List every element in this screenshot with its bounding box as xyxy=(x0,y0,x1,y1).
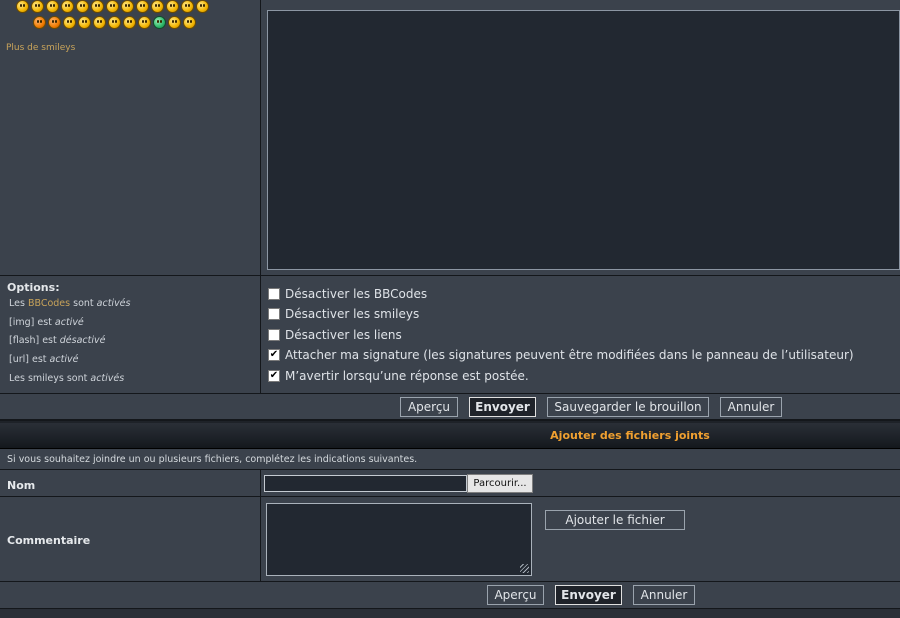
checkbox-box[interactable] xyxy=(268,288,280,300)
smiley-icon[interactable] xyxy=(121,0,134,13)
option-status-text: sont xyxy=(70,298,97,309)
send-button[interactable]: Envoyer xyxy=(469,397,536,417)
smiley-icon[interactable] xyxy=(106,0,119,13)
smileys-panel xyxy=(0,0,261,276)
smiley-icon[interactable] xyxy=(78,16,91,29)
option-status-flash: [flash] est désactivé xyxy=(9,335,105,346)
checkmark-icon: ✔ xyxy=(269,349,279,360)
smiley-icon[interactable] xyxy=(138,16,151,29)
add-file-button[interactable]: Ajouter le fichier xyxy=(545,510,685,530)
disable-links-checkbox[interactable]: Désactiver les liens xyxy=(268,328,402,342)
smiley-icon[interactable] xyxy=(183,16,196,29)
option-status-text: [flash] est xyxy=(9,335,60,346)
smiley-icon[interactable] xyxy=(153,16,166,29)
notify-reply-checkbox[interactable]: ✔ M’avertir lorsqu’une réponse est posté… xyxy=(268,369,529,383)
browse-button[interactable]: Parcourir... xyxy=(467,474,533,493)
option-status-smileys: Les smileys sont activés xyxy=(9,373,124,384)
footer-strip xyxy=(0,609,900,618)
preview-button[interactable]: Aperçu xyxy=(400,397,458,417)
option-status-value: activé xyxy=(49,354,79,365)
preview-button-bottom[interactable]: Aperçu xyxy=(487,585,544,605)
smiley-icon[interactable] xyxy=(48,16,61,29)
smiley-icon[interactable] xyxy=(63,16,76,29)
checkbox-label: M’avertir lorsqu’une réponse est postée. xyxy=(285,369,529,383)
option-status-value: activés xyxy=(90,373,125,384)
attachments-title: Ajouter des fichiers joints xyxy=(550,429,710,442)
file-path-input[interactable] xyxy=(264,475,467,492)
smiley-icon[interactable] xyxy=(46,0,59,13)
checkbox-box[interactable]: ✔ xyxy=(268,349,280,361)
bottom-submit-bar xyxy=(0,582,900,609)
option-status-value: désactivé xyxy=(59,335,106,346)
name-label: Nom xyxy=(7,479,36,492)
options-title: Options: xyxy=(7,281,60,294)
option-status-value: activé xyxy=(54,317,84,328)
attachments-info-text: Si vous souhaitez joindre un ou plusieur… xyxy=(7,454,418,465)
smiley-icon[interactable] xyxy=(123,16,136,29)
smiley-icon[interactable] xyxy=(91,0,104,13)
smiley-icon[interactable] xyxy=(181,0,194,13)
more-smileys-link[interactable]: Plus de smileys xyxy=(6,43,75,53)
smileys-row-1 xyxy=(16,0,209,13)
resize-grip-icon[interactable] xyxy=(520,564,529,573)
checkbox-label: Désactiver les liens xyxy=(285,328,402,342)
name-label-cell xyxy=(0,470,261,497)
option-status-bbcodes: Les BBCodes sont activés xyxy=(9,298,130,309)
message-textarea[interactable] xyxy=(267,10,900,270)
smiley-icon[interactable] xyxy=(196,0,209,13)
smiley-icon[interactable] xyxy=(61,0,74,13)
option-status-value: activés xyxy=(96,298,131,309)
smiley-icon[interactable] xyxy=(108,16,121,29)
disable-bbcodes-checkbox[interactable]: Désactiver les BBCodes xyxy=(268,287,427,301)
checkbox-box[interactable] xyxy=(268,329,280,341)
cancel-button-bottom[interactable]: Annuler xyxy=(633,585,695,605)
cancel-button[interactable]: Annuler xyxy=(720,397,782,417)
option-status-img: [img] est activé xyxy=(9,317,84,328)
smileys-row-2 xyxy=(33,16,196,29)
option-status-text: [url] est xyxy=(9,354,50,365)
attach-signature-checkbox[interactable]: ✔ Attacher ma signature (les signatures … xyxy=(268,348,854,362)
checkbox-label: Désactiver les smileys xyxy=(285,307,420,321)
option-status-text: Les xyxy=(9,298,28,309)
save-draft-button[interactable]: Sauvegarder le brouillon xyxy=(547,397,709,417)
comment-label: Commentaire xyxy=(7,534,91,547)
checkmark-icon: ✔ xyxy=(269,370,279,381)
smiley-icon[interactable] xyxy=(168,16,181,29)
comment-textarea[interactable] xyxy=(266,503,532,576)
smiley-icon[interactable] xyxy=(31,0,44,13)
smiley-icon[interactable] xyxy=(166,0,179,13)
disable-smileys-checkbox[interactable]: Désactiver les smileys xyxy=(268,307,419,321)
checkbox-box[interactable] xyxy=(268,308,280,320)
smiley-icon[interactable] xyxy=(151,0,164,13)
smiley-icon[interactable] xyxy=(136,0,149,13)
bbcodes-link[interactable]: BBCodes xyxy=(28,298,70,309)
checkbox-box[interactable]: ✔ xyxy=(268,370,280,382)
smiley-icon[interactable] xyxy=(16,0,29,13)
send-button-bottom[interactable]: Envoyer xyxy=(555,585,622,605)
smiley-icon[interactable] xyxy=(93,16,106,29)
smiley-icon[interactable] xyxy=(33,16,46,29)
option-status-text: [img] est xyxy=(9,317,55,328)
smiley-icon[interactable] xyxy=(76,0,89,13)
option-status-url: [url] est activé xyxy=(9,354,78,365)
checkbox-label: Attacher ma signature (les signatures pe… xyxy=(285,348,854,362)
checkbox-label: Désactiver les BBCodes xyxy=(285,287,428,301)
option-status-text: Les smileys sont xyxy=(9,373,91,384)
